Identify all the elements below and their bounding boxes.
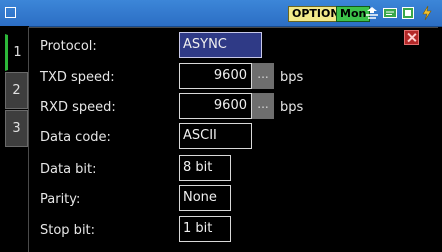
txd-speed-select-button[interactable]: ...: [252, 63, 274, 89]
storage-icon[interactable]: [400, 5, 416, 21]
data-code-field[interactable]: ASCII: [179, 123, 252, 149]
txd-speed-field[interactable]: 9600: [179, 63, 252, 89]
parity-label: Parity:: [40, 192, 81, 207]
tab-column: 1 2 3: [0, 26, 29, 252]
txd-speed-label: TXD speed:: [40, 70, 115, 85]
rxd-speed-select-button[interactable]: ...: [252, 93, 274, 119]
network-icon[interactable]: [364, 5, 380, 21]
tab-3[interactable]: 3: [5, 110, 28, 147]
tab-1[interactable]: 1: [5, 34, 28, 71]
top-status-bar: OPTION Mon: [0, 0, 442, 27]
data-bit-field[interactable]: 8 bit: [179, 155, 231, 181]
rxd-speed-field[interactable]: 9600: [179, 93, 252, 119]
protocol-field[interactable]: ASYNC: [179, 32, 262, 58]
stop-bit-field[interactable]: 1 bit: [179, 216, 231, 242]
close-icon[interactable]: [404, 30, 419, 45]
protocol-label: Protocol:: [40, 39, 97, 54]
rxd-speed-label: RXD speed:: [40, 100, 116, 115]
card-icon[interactable]: [382, 5, 398, 21]
data-code-label: Data code:: [40, 130, 111, 145]
parity-field[interactable]: None: [179, 185, 231, 211]
txd-speed-unit: bps: [280, 70, 304, 85]
power-icon[interactable]: [419, 5, 435, 21]
window-icon[interactable]: [5, 7, 16, 18]
data-bit-label: Data bit:: [40, 162, 97, 177]
stop-bit-label: Stop bit:: [40, 223, 96, 238]
rxd-speed-unit: bps: [280, 100, 304, 115]
tab-2[interactable]: 2: [5, 72, 28, 109]
